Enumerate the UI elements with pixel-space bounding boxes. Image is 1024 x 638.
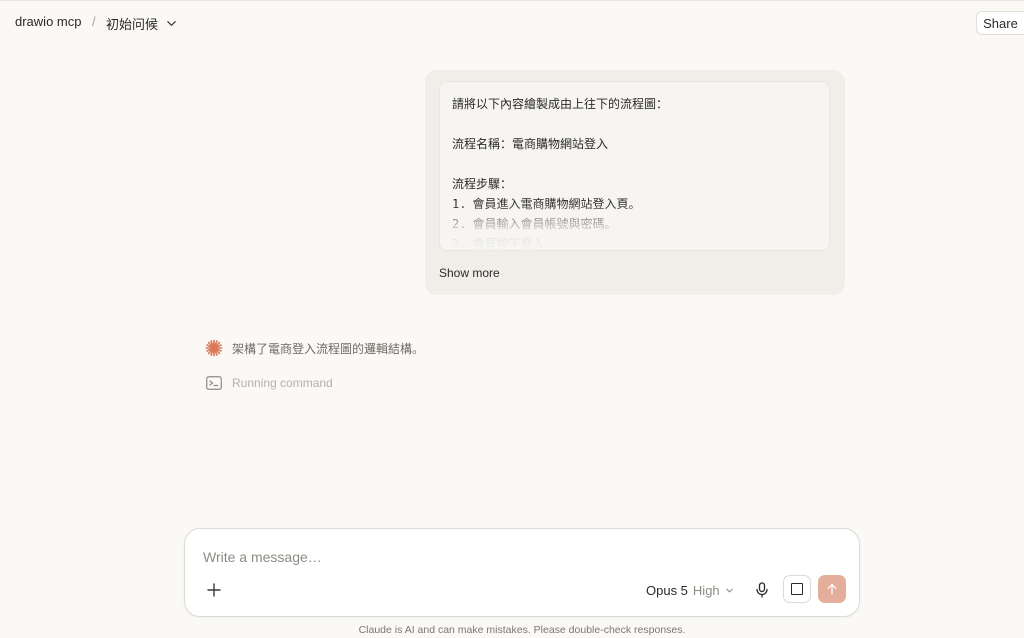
message-line [452,114,822,134]
show-more-button[interactable]: Show more [439,266,500,280]
user-message: 請將以下內容繪製成由上往下的流程圖：流程名稱：電商購物網站登入流程步驟：1.會員… [425,70,845,295]
chat-title: 初始问候 [106,16,159,32]
breadcrumb-separator: / [92,14,96,29]
message-line: 流程名稱：電商購物網站登入 [452,134,822,154]
running-command-row[interactable]: Running command [206,376,333,390]
message-line: 流程步驟： [452,174,822,194]
add-attachment-button[interactable] [203,579,225,601]
chevron-down-icon [167,20,176,26]
chevron-down-icon [725,588,733,592]
model-effort: High [692,582,720,598]
model-selector[interactable]: Opus 5 High [646,579,734,601]
running-command-text: Running command [232,376,333,390]
plus-icon [207,583,221,597]
stop-square-icon [791,583,803,595]
claude-spark-icon [205,339,223,357]
message-input[interactable] [203,546,823,568]
message-content-card: 請將以下內容繪製成由上往下的流程圖：流程名稱：電商購物網站登入流程步驟：1.會員… [439,81,830,251]
chat-title-menu[interactable]: 初始问候 [106,12,177,34]
content-fade [440,202,829,250]
line-text: 流程名稱：電商購物網站登入 [452,137,609,151]
thinking-summary-row[interactable]: 架構了電商登入流程圖的邏輯結構。 [205,339,424,357]
terminal-icon [206,376,222,390]
send-button[interactable] [818,575,846,603]
voice-input-button[interactable] [751,579,773,601]
share-button[interactable]: Share [976,11,1024,35]
breadcrumb-project[interactable]: drawio mcp [15,14,81,29]
model-name: Opus 5 [646,582,688,598]
microphone-icon [756,582,768,598]
line-text: 請將以下內容繪製成由上往下的流程圖： [452,97,669,111]
disclaimer: Claude is AI and can make mistakes. Plea… [358,624,686,636]
line-text: 流程步驟： [452,177,513,191]
stop-button[interactable] [783,575,811,603]
top-bar: drawio mcp / 初始问候 Share [0,1,1024,45]
message-line: 請將以下內容繪製成由上往下的流程圖： [452,94,822,114]
message-composer: Opus 5 High [184,528,860,617]
thinking-summary-text: 架構了電商登入流程圖的邏輯結構。 [232,341,425,356]
arrow-up-icon [827,583,837,595]
message-line [452,154,822,174]
